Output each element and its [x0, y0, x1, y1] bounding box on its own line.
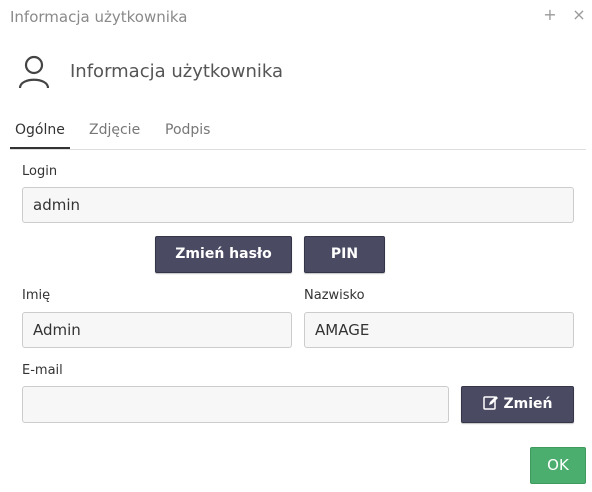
change-email-label: Zmień: [503, 396, 553, 412]
tab-signature[interactable]: Podpis: [160, 116, 215, 148]
last-name-label: Nazwisko: [304, 288, 365, 303]
window-title: Informacja użytkownika: [10, 8, 188, 26]
tab-general[interactable]: Ogólne: [10, 116, 70, 149]
ok-button[interactable]: OK: [530, 447, 586, 484]
close-icon[interactable]: ×: [571, 6, 587, 24]
maximize-icon[interactable]: +: [542, 6, 558, 24]
user-icon: [18, 55, 50, 89]
change-email-button[interactable]: Zmień: [461, 386, 574, 423]
email-label: E-mail: [22, 363, 63, 378]
edit-icon: [482, 396, 498, 410]
tab-photo[interactable]: Zdjęcie: [84, 116, 145, 148]
last-name-input[interactable]: [304, 312, 574, 348]
pin-button[interactable]: PIN: [304, 236, 385, 273]
dialog-heading: Informacja użytkownika: [70, 61, 283, 82]
first-name-input[interactable]: [22, 312, 292, 348]
login-input[interactable]: [22, 187, 574, 223]
first-name-label: Imię: [22, 288, 51, 303]
change-password-button[interactable]: Zmień hasło: [155, 236, 292, 273]
login-label: Login: [22, 164, 58, 179]
tab-bar: Ogólne Zdjęcie Podpis: [10, 116, 586, 150]
email-input[interactable]: [22, 386, 449, 423]
window-titlebar: Informacja użytkownika + ×: [0, 0, 592, 34]
